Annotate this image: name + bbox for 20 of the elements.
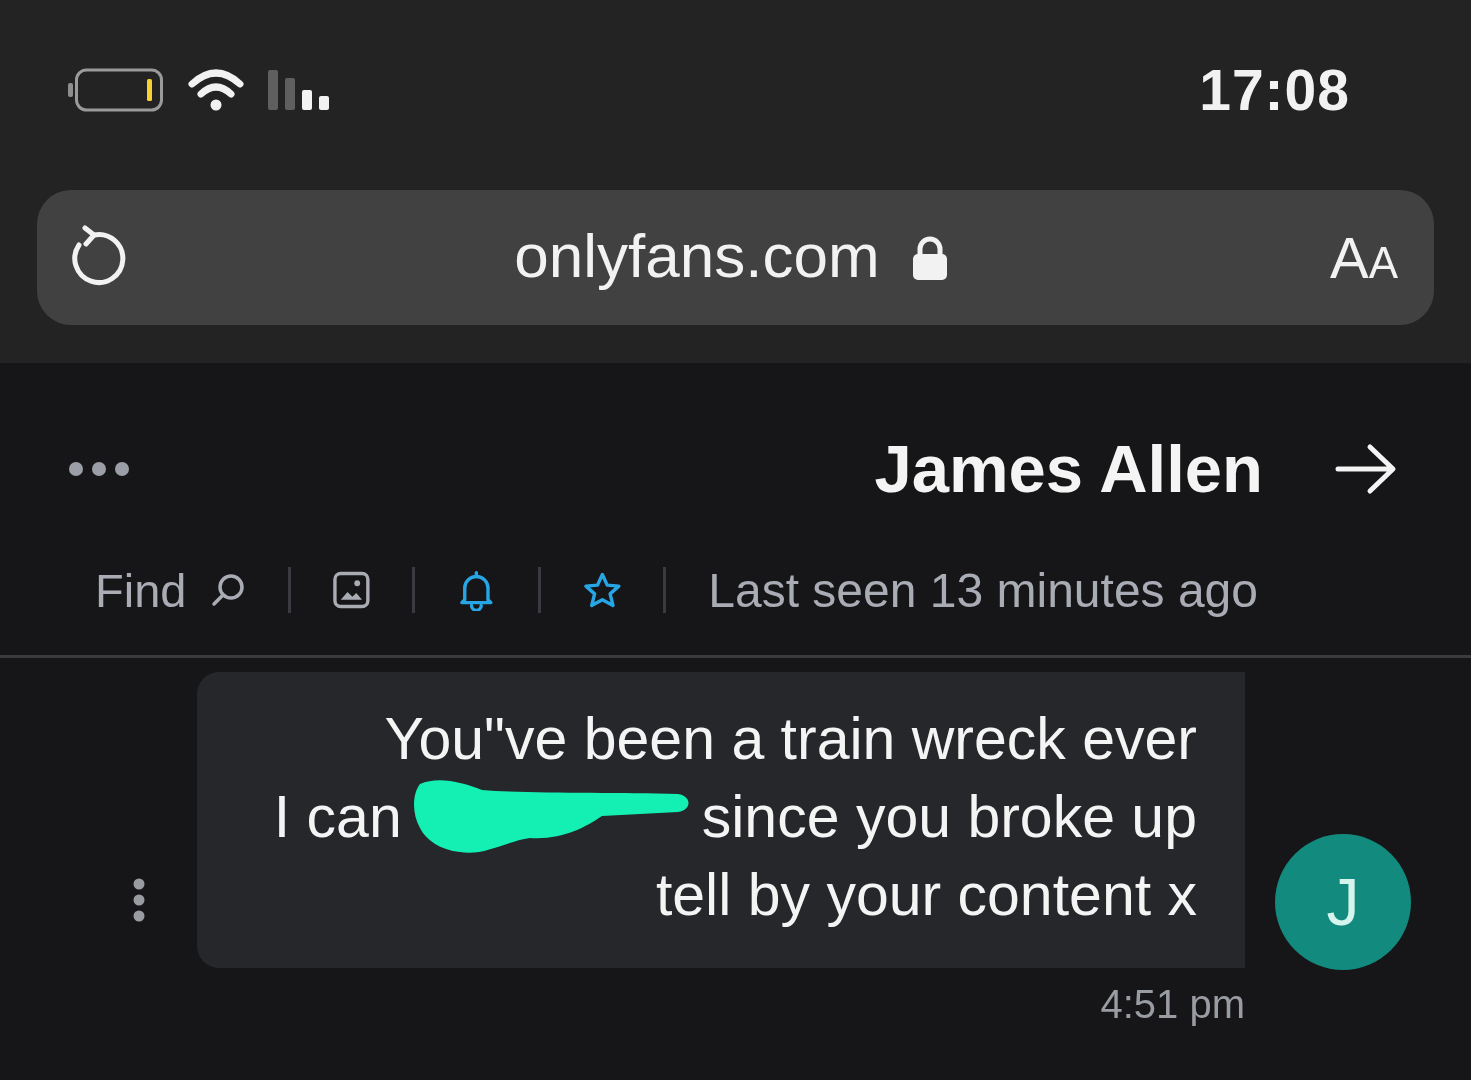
message-text: since you broke up [701,783,1197,851]
wifi-icon [186,68,246,112]
star-icon[interactable] [582,571,622,609]
message-text: You"ve been a train wreck ever [384,705,1197,773]
bell-icon[interactable] [457,569,496,611]
contact-name: James Allen [874,430,1263,507]
last-seen-text: Last seen 13 minutes ago [708,562,1258,618]
battery-icon [68,68,164,112]
message-time: 4:51 pm [1100,982,1245,1026]
find-button[interactable]: Find [95,562,247,618]
message-text: I can [273,783,402,851]
image-icon[interactable] [333,571,371,609]
url-text[interactable]: onlyfans.com [514,220,880,295]
reader-button[interactable]: AA [1329,228,1398,287]
status-time: 17:08 [1199,57,1350,123]
more-icon[interactable] [68,460,130,477]
avatar: J [1275,834,1411,970]
message-text: tell by your content x [655,861,1197,929]
arrow-right-icon[interactable] [1335,442,1397,495]
search-icon [210,572,247,608]
